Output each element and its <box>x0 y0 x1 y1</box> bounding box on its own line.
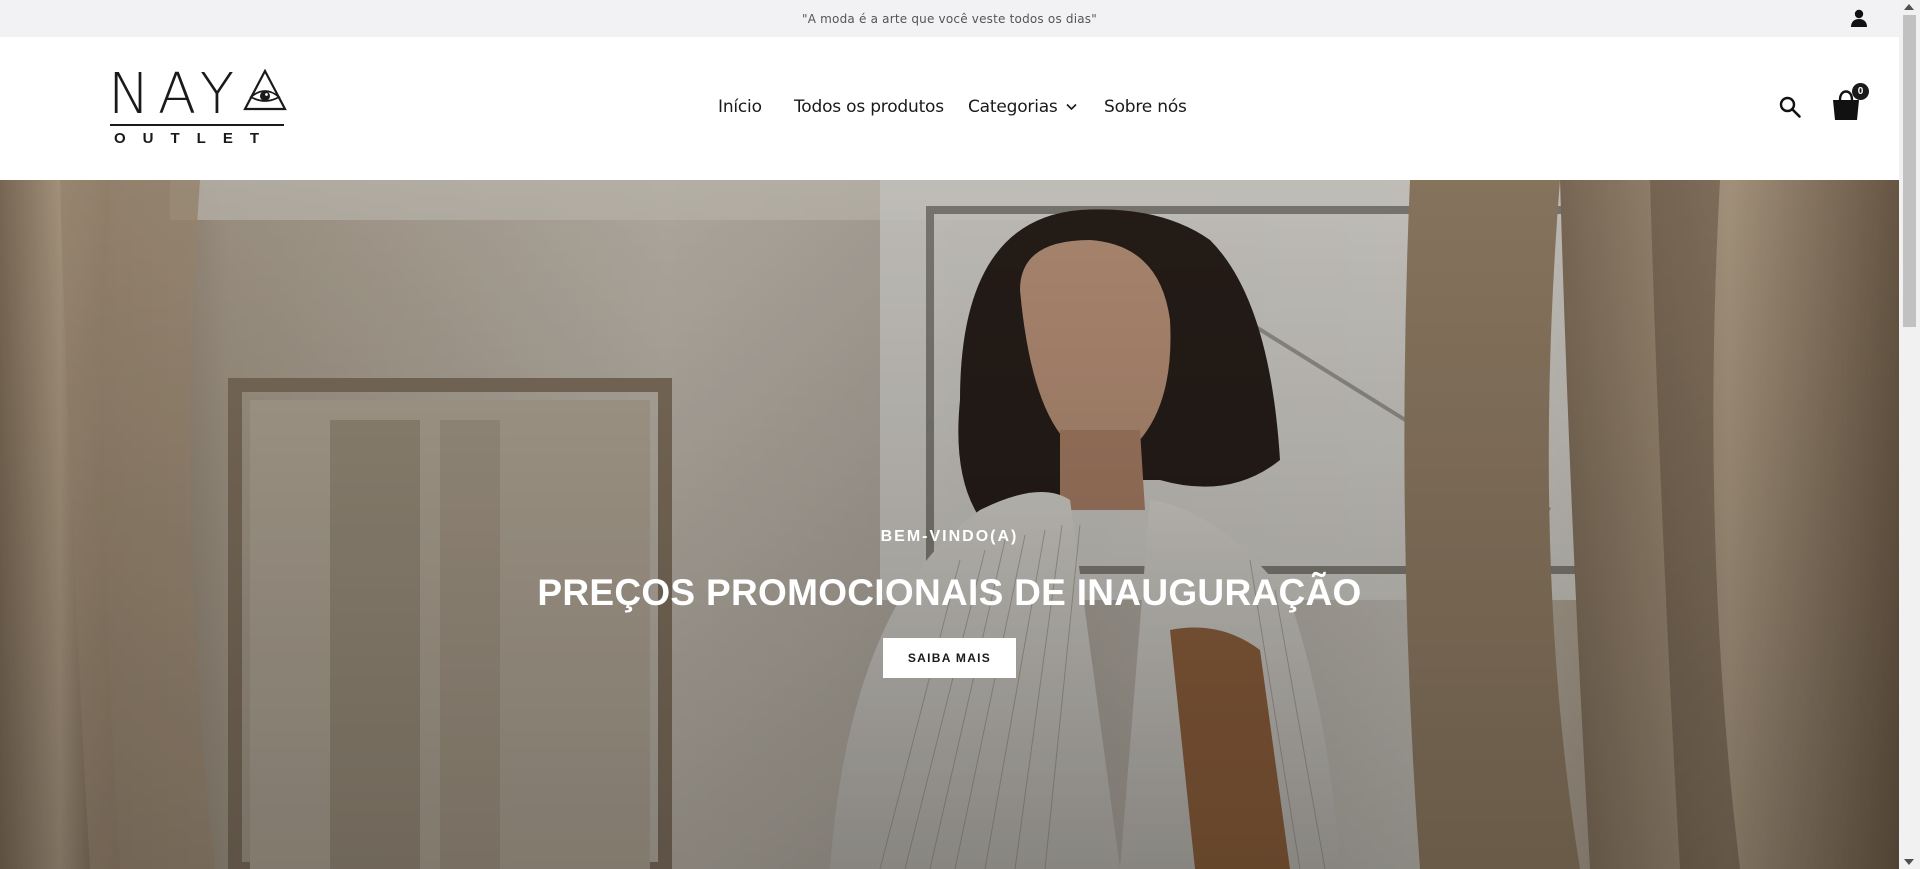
logo-wordmark: NAY <box>108 62 243 127</box>
scroll-down-arrow-icon[interactable] <box>1904 859 1914 865</box>
hero-content: BEM-VINDO(A) PREÇOS PROMOCIONAIS DE INAU… <box>0 528 1899 678</box>
cart-button[interactable]: 0 <box>1830 83 1869 123</box>
nav-item-categorias-label: Categorias <box>968 97 1058 117</box>
chevron-down-icon <box>1066 103 1077 111</box>
cart-count-badge: 0 <box>1852 83 1869 100</box>
hero-background-image <box>0 180 1899 869</box>
nav-item-categorias[interactable]: Categorias <box>968 97 1077 117</box>
hero-headline: PREÇOS PROMOCIONAIS DE INAUGURAÇÃO <box>537 572 1362 613</box>
scroll-up-arrow-icon[interactable] <box>1904 4 1914 10</box>
eye-triangle-icon <box>243 69 287 111</box>
logo-subtitle: OUTLET <box>114 130 276 147</box>
site-header: NAY OUTLET Início Todos os produtos Cate… <box>0 37 1899 181</box>
logo-divider <box>110 124 284 126</box>
scrollbar-thumb[interactable] <box>1903 15 1916 327</box>
account-icon[interactable] <box>1849 8 1869 28</box>
nav-item-inicio[interactable]: Início <box>718 97 762 117</box>
store-logo[interactable]: NAY OUTLET <box>108 62 287 153</box>
saiba-mais-button[interactable]: SAIBA MAIS <box>882 638 1017 678</box>
hero-banner: BEM-VINDO(A) PREÇOS PROMOCIONAIS DE INAU… <box>0 180 1899 869</box>
announcement-text: "A moda é a arte que você veste todos os… <box>802 11 1097 26</box>
nav-item-todos-os-produtos[interactable]: Todos os produtos <box>794 97 944 117</box>
hero-eyebrow: BEM-VINDO(A) <box>880 528 1019 545</box>
vertical-scrollbar[interactable] <box>1899 0 1920 869</box>
page: "A moda é a arte que você veste todos os… <box>0 0 1899 869</box>
search-icon[interactable] <box>1778 95 1802 119</box>
announcement-bar: "A moda é a arte que você veste todos os… <box>0 0 1899 37</box>
nav-item-sobre-nos[interactable]: Sobre nós <box>1104 97 1187 117</box>
